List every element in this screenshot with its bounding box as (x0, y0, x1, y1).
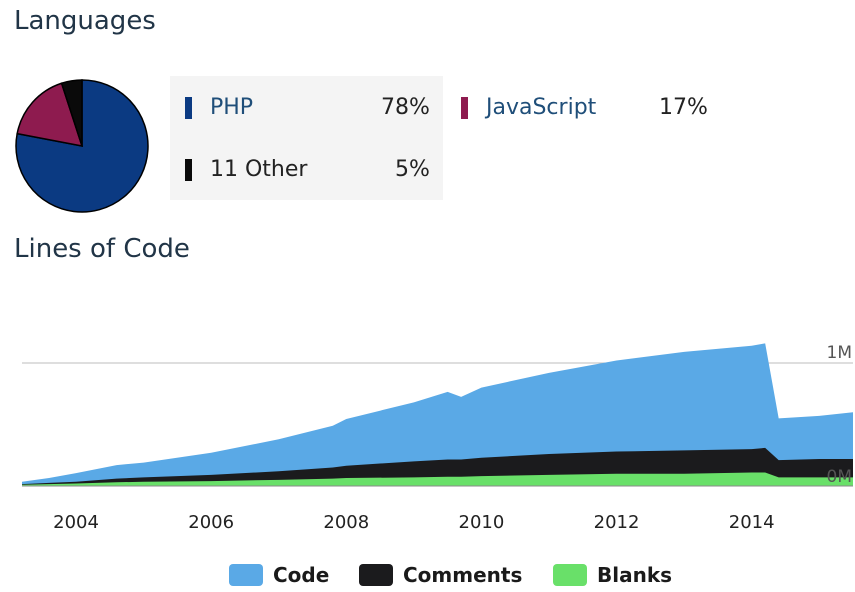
language-name-other[interactable]: 11 Other (210, 157, 307, 182)
legend-item-code[interactable]: Code (229, 563, 329, 587)
lines-of-code-chart: 1M 0M 2004 2006 2008 2010 2012 2014 (22, 343, 853, 533)
legend-label-comments: Comments (403, 563, 523, 587)
x-tick-label: 2004 (53, 512, 99, 533)
other-swatch (185, 158, 192, 181)
legend-label-blanks: Blanks (597, 563, 673, 587)
x-tick-label: 2010 (459, 512, 505, 533)
language-percent-other: 5% (395, 157, 430, 182)
y-tick-label: 0M (827, 467, 852, 487)
language-item-php[interactable]: PHP (185, 95, 253, 120)
comments-swatch (359, 564, 393, 586)
x-tick-label: 2014 (729, 512, 775, 533)
legend-label-code: Code (273, 563, 330, 587)
x-tick-label: 2008 (323, 512, 369, 533)
javascript-swatch (461, 96, 468, 119)
x-tick-label: 2006 (188, 512, 234, 533)
language-name-javascript[interactable]: JavaScript (486, 95, 596, 120)
language-item-other[interactable]: 11 Other (185, 157, 307, 182)
language-percent-php: 78% (381, 95, 430, 120)
legend-item-blanks[interactable]: Blanks (553, 563, 672, 587)
php-swatch (185, 96, 192, 119)
languages-pie-chart (15, 79, 149, 213)
language-name-php[interactable]: PHP (210, 95, 253, 120)
language-percent-javascript: 17% (659, 95, 708, 120)
x-tick-label: 2012 (594, 512, 640, 533)
blanks-swatch (553, 564, 587, 586)
lines-of-code-title: Lines of Code (14, 234, 190, 264)
language-item-javascript[interactable]: JavaScript (461, 95, 596, 120)
languages-title: Languages (14, 6, 156, 36)
legend-item-comments[interactable]: Comments (359, 563, 522, 587)
y-tick-label: 1M (827, 343, 852, 363)
code-swatch (229, 564, 263, 586)
